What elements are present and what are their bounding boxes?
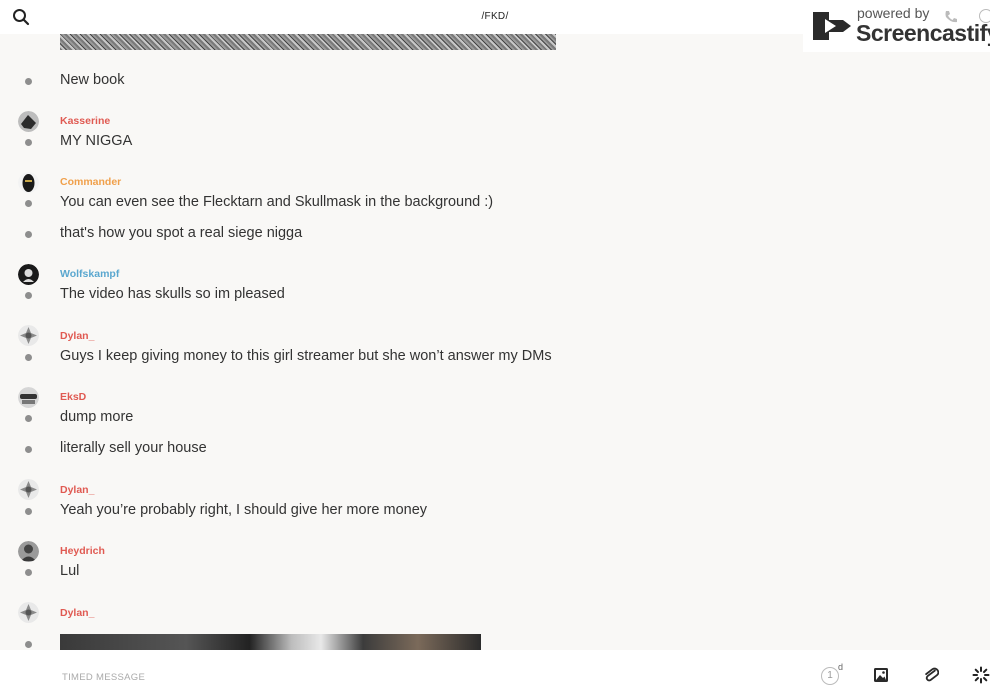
paperclip-icon[interactable]: [923, 666, 940, 689]
message-bullet: [25, 641, 32, 648]
phone-icon: [943, 9, 959, 30]
message-bullet: [25, 292, 32, 299]
screencastify-logo: [813, 12, 851, 40]
message-username[interactable]: Heydrich: [60, 545, 105, 557]
message-text: dump more: [60, 409, 134, 425]
image-icon[interactable]: [873, 667, 889, 688]
timer-unit: d: [838, 662, 844, 672]
message-bullet: [25, 78, 32, 85]
message-username[interactable]: EksD: [60, 391, 86, 403]
avatar[interactable]: [18, 111, 39, 132]
message-text: that's how you spot a real siege nigga: [60, 225, 303, 241]
message-bullet: [25, 139, 32, 146]
message-bullet: [25, 354, 32, 361]
timed-message-input[interactable]: [60, 668, 764, 686]
message-text: literally sell your house: [60, 440, 207, 456]
message-username[interactable]: Dylan_: [60, 607, 94, 619]
message-bullet: [25, 200, 32, 207]
message-username[interactable]: Dylan_: [60, 484, 94, 496]
message-text: Guys I keep giving money to this girl st…: [60, 348, 552, 364]
brand-name: Screencastify: [856, 20, 990, 46]
message-text: Yeah you’re probably right, I should giv…: [60, 502, 428, 518]
image-attachment[interactable]: [60, 634, 481, 650]
message-text: MY NIGGA: [60, 133, 133, 149]
message-username[interactable]: Commander: [60, 176, 121, 188]
avatar[interactable]: [18, 387, 39, 408]
info-icon: [979, 9, 990, 23]
message-text: You can even see the Flecktarn and Skull…: [60, 194, 494, 210]
message-list[interactable]: New book Kasserine MY NIGGA Commander Yo…: [0, 34, 990, 650]
message-bullet: [25, 569, 32, 576]
message-username[interactable]: Dylan_: [60, 330, 94, 342]
avatar[interactable]: [18, 602, 39, 623]
avatar[interactable]: [18, 264, 39, 285]
message-username[interactable]: Wolfskampf: [60, 268, 119, 280]
message-bullet: [25, 231, 32, 238]
avatar[interactable]: [18, 325, 39, 346]
composer-bar: 1 d: [0, 650, 990, 700]
message-bullet: [25, 446, 32, 453]
timer-button[interactable]: 1 d: [821, 662, 847, 688]
message-text: New book: [60, 72, 125, 88]
message-bullet: [25, 508, 32, 515]
message-text: The video has skulls so im pleased: [60, 286, 285, 302]
avatar[interactable]: [18, 479, 39, 500]
screencastify-watermark: powered by Screencastify: [803, 0, 990, 52]
image-attachment[interactable]: [60, 34, 556, 50]
powered-by-text: powered by: [857, 5, 930, 21]
timer-value: 1: [821, 667, 839, 685]
message-bullet: [25, 415, 32, 422]
message-text: Lul: [60, 563, 80, 579]
message-username[interactable]: Kasserine: [60, 115, 110, 127]
avatar[interactable]: [18, 172, 39, 193]
spinner-icon[interactable]: [972, 666, 990, 689]
avatar[interactable]: [18, 541, 39, 562]
